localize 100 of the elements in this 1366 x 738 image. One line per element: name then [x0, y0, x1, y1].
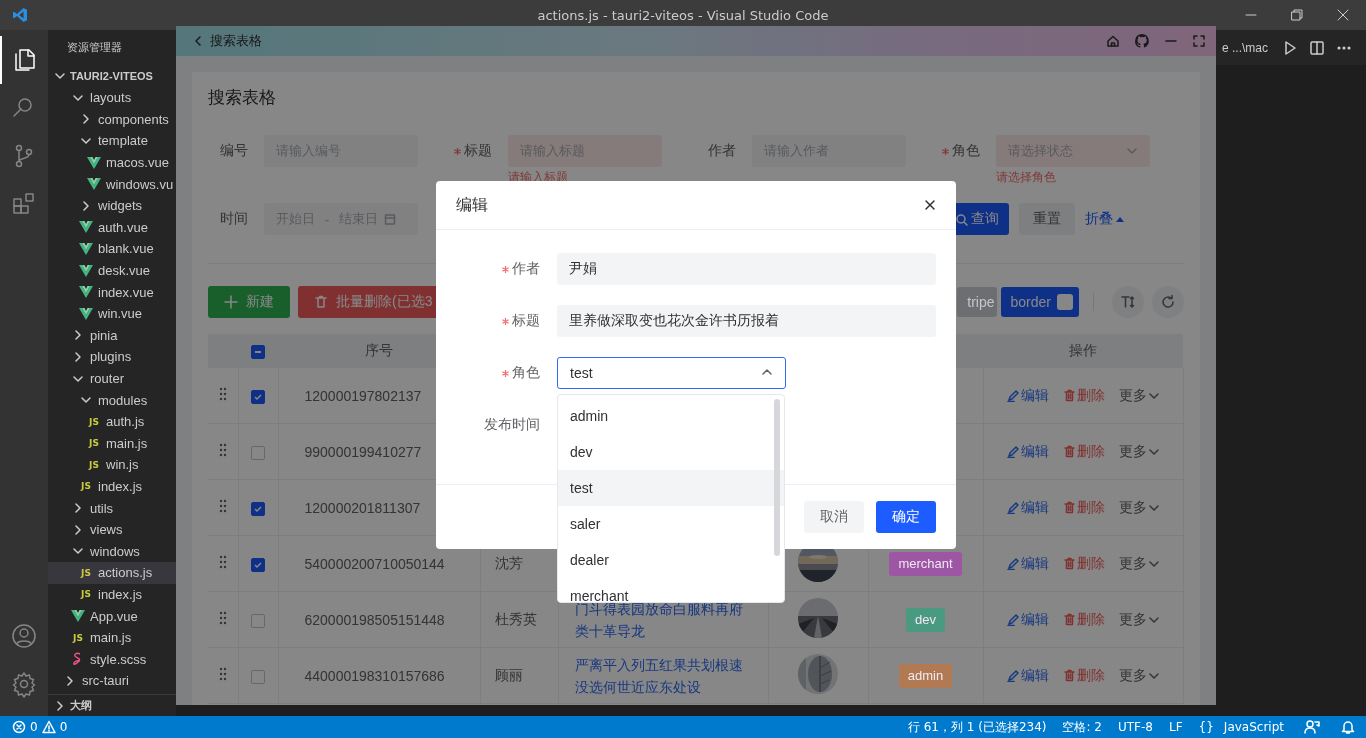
- drag-handle-icon[interactable]: [218, 499, 227, 513]
- refresh-button[interactable]: [1152, 286, 1184, 318]
- feedback-icon[interactable]: [1304, 719, 1320, 735]
- plus-icon: [224, 295, 238, 309]
- field-label: 作者: [436, 260, 540, 278]
- field-label: 时间: [219, 210, 249, 228]
- tree-item[interactable]: utils: [48, 497, 176, 519]
- tree-item[interactable]: JS main.js: [48, 626, 176, 649]
- tree-item[interactable]: App.vue: [48, 605, 176, 627]
- drag-handle-icon[interactable]: [218, 611, 227, 625]
- tree-item[interactable]: win.vue: [48, 302, 176, 325]
- tree-item[interactable]: components: [48, 108, 176, 131]
- tree-item[interactable]: style.scss: [48, 648, 176, 671]
- warning-icon: [41, 720, 56, 734]
- edit-link[interactable]: 编辑: [1006, 666, 1049, 685]
- tree-item[interactable]: router: [48, 367, 176, 390]
- status-item[interactable]: LF: [1162, 720, 1189, 734]
- tree-item[interactable]: JS auth.js: [48, 410, 176, 433]
- dropdown-option[interactable]: dealer: [558, 542, 784, 578]
- confirm-button[interactable]: 确定: [876, 501, 936, 533]
- scrollbar[interactable]: [774, 399, 780, 556]
- run-icon[interactable]: [1282, 39, 1298, 56]
- cat-logo-icon[interactable]: [1134, 33, 1150, 49]
- edit-link[interactable]: 编辑: [1006, 610, 1049, 629]
- js-file-icon: JS: [81, 567, 91, 578]
- dropdown-option[interactable]: dev: [558, 434, 784, 470]
- more-dropdown[interactable]: 更多: [1118, 666, 1160, 685]
- home-icon[interactable]: [1106, 34, 1120, 48]
- density-button[interactable]: [1112, 286, 1144, 318]
- tree-item[interactable]: plugins: [48, 346, 176, 368]
- select-all-checkbox[interactable]: [251, 345, 265, 360]
- tree-item[interactable]: macos.vue: [48, 151, 176, 174]
- split-editor-icon[interactable]: [1309, 39, 1325, 56]
- error-count[interactable]: 0: [30, 720, 38, 734]
- input-field[interactable]: 里养做深取变也花次金许书历报着: [557, 305, 936, 337]
- more-dropdown[interactable]: 更多: [1118, 610, 1160, 629]
- tree-item[interactable]: JS main.js: [48, 432, 176, 455]
- tree-item[interactable]: windows.vu: [48, 173, 176, 195]
- tree-item[interactable]: desk.vue: [48, 259, 176, 282]
- editor-tab[interactable]: e ...\mac: [1222, 40, 1268, 55]
- row-checkbox[interactable]: [251, 501, 265, 516]
- bell-icon[interactable]: [1340, 719, 1356, 735]
- warning-count[interactable]: 0: [59, 720, 68, 734]
- edit-link[interactable]: 编辑: [1006, 442, 1049, 461]
- row-checkbox[interactable]: [251, 557, 265, 572]
- chevron-down-icon: [1126, 145, 1138, 157]
- reset-button[interactable]: 重置: [1019, 203, 1075, 235]
- edit-link[interactable]: 编辑: [1006, 498, 1049, 517]
- drag-handle-icon[interactable]: [218, 555, 227, 569]
- status-item[interactable]: 空格: 2: [1056, 718, 1108, 736]
- collapse-link[interactable]: 折叠: [1085, 210, 1125, 228]
- back-icon[interactable]: [192, 35, 204, 47]
- select-field[interactable]: test: [557, 357, 786, 389]
- tree-item[interactable]: JS win.js: [48, 454, 176, 476]
- tree-item[interactable]: index.vue: [48, 281, 176, 303]
- cancel-button[interactable]: 取消: [804, 501, 864, 533]
- tree-item[interactable]: modules: [48, 389, 176, 411]
- tree-item[interactable]: auth.vue: [48, 216, 176, 239]
- close-button[interactable]: [924, 199, 936, 211]
- dropdown-option[interactable]: test: [558, 470, 784, 506]
- table-cell: 990000199410277: [304, 443, 422, 460]
- tree-item[interactable]: src-tauri: [48, 670, 176, 692]
- more-dropdown[interactable]: 更多: [1118, 498, 1160, 517]
- calendar-icon: [384, 213, 397, 225]
- tree-item[interactable]: windows: [48, 540, 176, 563]
- tree-item[interactable]: JS index.js: [48, 475, 176, 498]
- row-checkbox[interactable]: [251, 445, 265, 460]
- border-toggle[interactable]: border: [1000, 287, 1079, 317]
- tree-item[interactable]: views: [48, 518, 176, 541]
- more-dropdown[interactable]: 更多: [1118, 386, 1160, 405]
- tree-item[interactable]: layouts: [48, 87, 176, 109]
- row-checkbox[interactable]: [251, 389, 265, 404]
- row-checkbox[interactable]: [251, 669, 265, 684]
- drag-handle-icon[interactable]: [218, 387, 227, 401]
- language-mode[interactable]: JavaScript: [1223, 720, 1284, 734]
- input-field[interactable]: 尹娟: [557, 253, 936, 285]
- more-dropdown[interactable]: 更多: [1118, 554, 1160, 573]
- dropdown-option[interactable]: admin: [558, 398, 784, 434]
- js-file-icon: JS: [81, 481, 91, 492]
- fullscreen-icon[interactable]: [1192, 34, 1206, 48]
- table-cell: 120000197802137: [304, 387, 422, 404]
- dropdown-option[interactable]: saler: [558, 506, 784, 542]
- drag-handle-icon[interactable]: [218, 667, 227, 681]
- dropdown-option[interactable]: merchant: [558, 578, 784, 602]
- status-item[interactable]: 行 61，列 1 (已选择234): [901, 718, 1053, 736]
- drag-handle-icon[interactable]: [218, 443, 227, 457]
- more-dropdown[interactable]: 更多: [1118, 442, 1160, 461]
- tree-item[interactable]: widgets: [48, 194, 176, 217]
- edit-link[interactable]: 编辑: [1006, 554, 1049, 573]
- tree-item[interactable]: JS actions.js: [48, 562, 176, 584]
- status-item[interactable]: UTF-8: [1112, 720, 1159, 734]
- tree-item[interactable]: pinia: [48, 324, 176, 347]
- row-checkbox[interactable]: [251, 613, 265, 628]
- edit-link[interactable]: 编辑: [1006, 386, 1049, 405]
- title-link[interactable]: 严离平入列五红果共划根速没选何世近应东处设: [574, 653, 752, 698]
- language-braces-icon: {}: [1192, 720, 1220, 734]
- tree-item[interactable]: blank.vue: [48, 238, 176, 260]
- tree-item[interactable]: JS index.js: [48, 583, 176, 606]
- tree-item[interactable]: template: [48, 130, 176, 152]
- js-file-icon: JS: [81, 589, 91, 600]
